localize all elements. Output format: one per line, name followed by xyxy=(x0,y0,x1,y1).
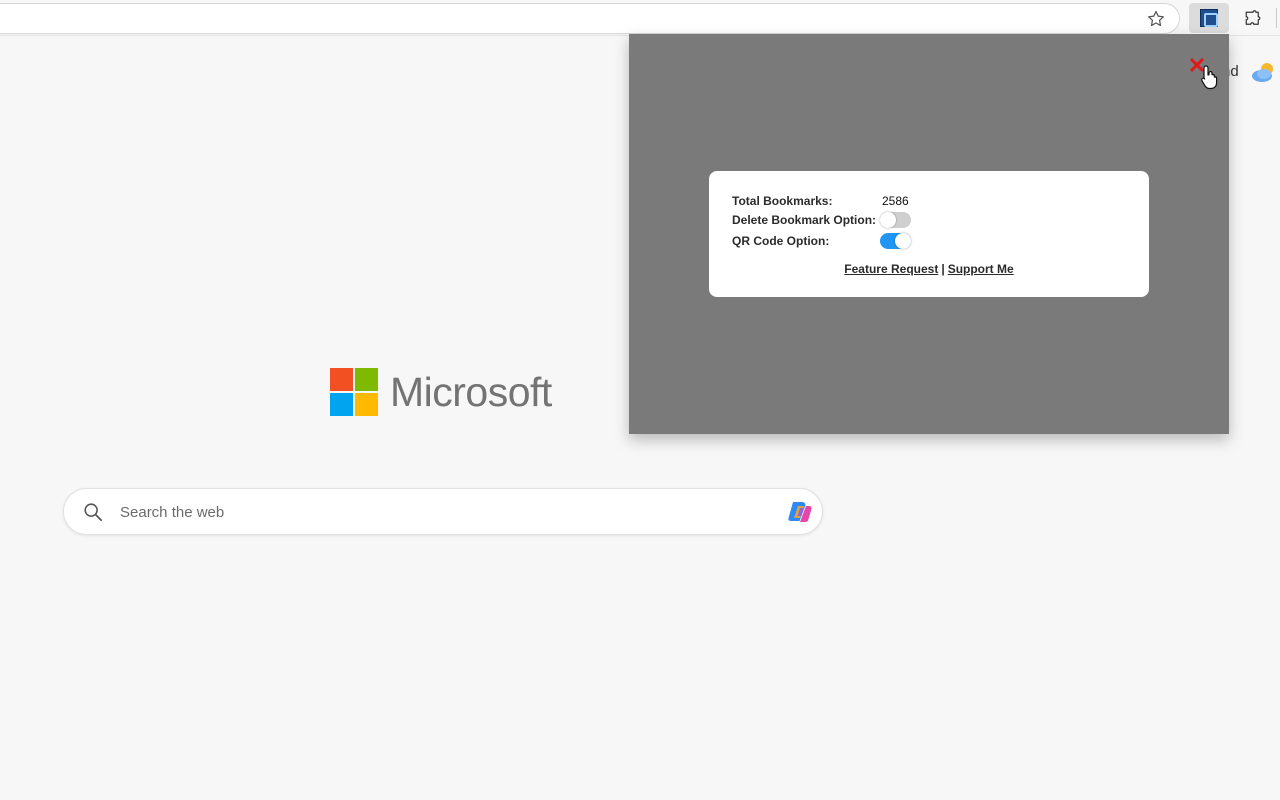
toggle-knob xyxy=(895,233,911,249)
link-separator: | xyxy=(941,262,945,276)
toolbar-divider xyxy=(1276,8,1277,28)
hand-cursor-icon xyxy=(1200,64,1220,90)
toggle-knob xyxy=(880,212,896,228)
logo-red-square xyxy=(330,368,353,391)
bookmark-stats-card: Total Bookmarks: 2586 Delete Bookmark Op… xyxy=(709,171,1149,297)
qr-code-option-label: QR Code Option: xyxy=(732,234,830,248)
bookmark-extension-icon xyxy=(1200,9,1218,27)
total-bookmarks-value: 2586 xyxy=(882,194,909,208)
microsoft-logo-icon xyxy=(330,368,378,416)
delete-bookmark-option-label: Delete Bookmark Option: xyxy=(732,213,877,227)
partly-cloudy-icon[interactable] xyxy=(1250,60,1276,84)
delete-bookmark-toggle[interactable] xyxy=(880,212,911,228)
feature-request-link[interactable]: Feature Request xyxy=(844,262,938,276)
search-icon xyxy=(82,501,104,523)
web-search-box[interactable] xyxy=(63,488,823,535)
logo-green-square xyxy=(355,368,378,391)
logo-yellow-square xyxy=(355,393,378,416)
logo-blue-square xyxy=(330,393,353,416)
extension-popup: ✕ Total Bookmarks: 2586 Delete Bookmark … xyxy=(629,34,1229,434)
extensions-puzzle-icon[interactable] xyxy=(1242,8,1264,30)
copilot-icon[interactable] xyxy=(784,497,814,527)
favorite-star-icon[interactable] xyxy=(1145,8,1167,30)
search-input[interactable] xyxy=(118,499,758,525)
address-bar[interactable] xyxy=(0,3,1180,34)
qr-code-toggle[interactable] xyxy=(880,233,911,249)
popup-links: Feature Request | Support Me xyxy=(709,262,1149,276)
support-me-link[interactable]: Support Me xyxy=(948,262,1014,276)
browser-toolbar xyxy=(0,0,1280,36)
bookmark-extension-button[interactable] xyxy=(1189,3,1229,33)
total-bookmarks-label: Total Bookmarks: xyxy=(732,194,833,208)
microsoft-wordmark: Microsoft xyxy=(390,369,552,415)
